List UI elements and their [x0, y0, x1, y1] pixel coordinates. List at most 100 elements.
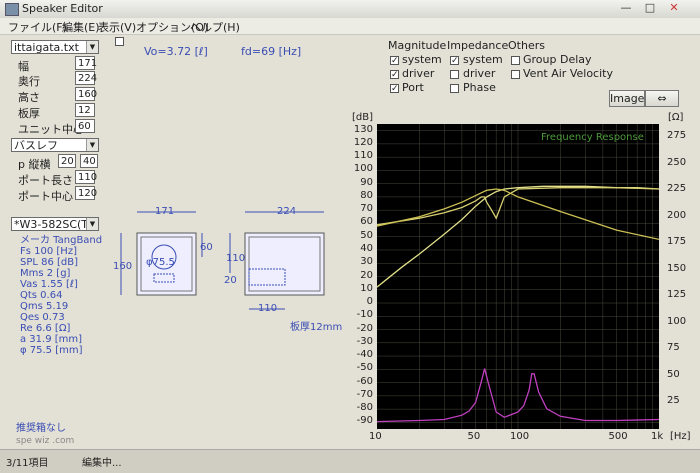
depth-input[interactable]: 224: [75, 71, 97, 85]
height-label: 高さ: [18, 91, 40, 104]
driver-spec-maker: メーカ TangBand: [20, 235, 103, 246]
port-size-dim: 110: [226, 253, 246, 264]
x-tick-label: 100: [510, 431, 530, 442]
status-left: 3/11項目: [6, 458, 49, 469]
driver-spec-spl: SPL 86 [dB]: [20, 257, 79, 268]
y-left-tick-label: 110: [353, 150, 373, 162]
y-right-tick-label: 175: [667, 236, 687, 248]
y-right-tick-label: 75: [667, 342, 680, 354]
y-left-tick-label: 120: [353, 136, 373, 148]
x-unit: [Hz]: [670, 431, 691, 442]
y-left-tick-label: 50: [360, 229, 373, 241]
recommend-note: 推奨箱なし: [16, 423, 66, 434]
y-right-tick-label: 275: [667, 130, 687, 142]
side-depth-dim: 224: [277, 206, 297, 217]
image-button[interactable]: Image: [609, 90, 645, 107]
menu-edit[interactable]: 編集(E): [62, 19, 100, 35]
window-title: Speaker Editor: [22, 2, 103, 15]
file-select[interactable]: ittaigata.txt ▼: [11, 40, 99, 54]
y-left-tick-label: 40: [360, 242, 373, 254]
driver-spec-vas: Vas 1.55 [ℓ]: [20, 279, 78, 290]
y-right-unit: [Ω]: [668, 112, 684, 123]
vent-velocity-checkbox[interactable]: [511, 70, 520, 79]
y-left-tick-label: -40: [356, 349, 373, 361]
depth-label: 奥行: [18, 75, 40, 88]
y-right-tick-label: 125: [667, 289, 687, 301]
maximize-button[interactable]: □: [640, 1, 660, 15]
y-left-tick-label: -10: [356, 309, 373, 321]
y-left-tick-label: 30: [360, 256, 373, 268]
y-left-tick-label: 90: [360, 176, 373, 188]
y-left-tick-label: 70: [360, 203, 373, 215]
chevron-down-icon[interactable]: ▼: [86, 41, 98, 53]
board-label: 板厚: [18, 107, 40, 120]
impedance-driver-label: driver: [463, 67, 496, 80]
y-left-tick-label: -60: [356, 375, 373, 387]
menu-view[interactable]: 表示(V): [98, 19, 136, 35]
port-center-label: ポート中心: [18, 190, 73, 203]
y-left-tick-label: 20: [360, 269, 373, 281]
front-width-dim: 171: [155, 206, 175, 217]
others-header: Others: [508, 39, 545, 52]
side-panel: [244, 232, 325, 296]
y-left-unit: [dB]: [352, 112, 374, 123]
port-length-input[interactable]: 110: [75, 170, 97, 184]
board-input[interactable]: 12: [75, 103, 95, 117]
y-right-tick-label: 200: [667, 209, 687, 221]
minimize-button[interactable]: —: [616, 1, 636, 15]
close-button[interactable]: ✕: [664, 1, 684, 15]
group-delay-checkbox[interactable]: [511, 56, 520, 65]
phase-checkbox[interactable]: [450, 84, 459, 93]
enclosure-select[interactable]: バスレフ ▼: [11, 138, 99, 152]
magnitude-system-checkbox[interactable]: ✓: [390, 56, 399, 66]
x-tick-label: 10: [369, 431, 382, 442]
width-input[interactable]: 171: [75, 56, 97, 70]
port-center-input[interactable]: 120: [75, 186, 97, 200]
y-left-tick-label: 80: [360, 189, 373, 201]
enclosure-select-value: バスレフ: [14, 139, 58, 152]
menu-bar: ファイル(F) 編集(E) 表示(V) オプション(O) ヘルプ(H): [0, 18, 700, 35]
width-label: 幅: [18, 60, 29, 73]
chevron-down-icon[interactable]: ▼: [86, 139, 98, 151]
status-mid: 編集中...: [82, 458, 122, 469]
unit-center-input[interactable]: 60: [75, 119, 95, 133]
board-thickness-note: 板厚12mm: [290, 322, 343, 333]
x-tick-label: 50: [467, 431, 481, 442]
driver-spec-qes: Qes 0.73: [20, 312, 65, 323]
magnitude-port-label: Port: [402, 81, 424, 94]
y-right-tick-label: 50: [667, 368, 680, 380]
driver-spec-qms: Qms 5.19: [20, 301, 69, 312]
magnitude-port-checkbox[interactable]: ✓: [390, 84, 399, 94]
chevron-down-icon[interactable]: ▼: [86, 218, 98, 230]
y-left-tick-label: 0: [366, 296, 373, 308]
y-right-tick-label: 250: [667, 156, 687, 168]
port-side-dim: 20: [224, 275, 237, 286]
site-credit: spe wiz .com: [16, 436, 75, 446]
driver-spec-qts: Qts 0.64: [20, 290, 63, 301]
phase-label: Phase: [463, 81, 496, 94]
impedance-system-checkbox[interactable]: ✓: [450, 56, 459, 66]
small-checkbox[interactable]: [115, 37, 124, 46]
magnitude-driver-checkbox[interactable]: ✓: [390, 70, 399, 80]
swap-button[interactable]: ⇔: [645, 90, 679, 107]
fd-readout: fd=69 [Hz]: [241, 45, 302, 58]
port-size-input-2[interactable]: 40: [80, 154, 98, 168]
driver-spec-phi: φ 75.5 [mm]: [20, 345, 83, 356]
y-right-tick-label: 150: [667, 262, 687, 274]
height-input[interactable]: 160: [75, 87, 97, 101]
y-right-tick-label: 25: [667, 395, 680, 407]
enclosure-drawing: [120, 211, 325, 310]
menu-file[interactable]: ファイル(F): [8, 19, 67, 35]
impedance-driver-checkbox[interactable]: [450, 70, 459, 79]
driver-select[interactable]: *W3-582SC(Tan ▼: [11, 217, 99, 231]
unit-diameter-dim: φ75.5: [146, 257, 175, 268]
chart-plot: Frequency Response: [376, 124, 660, 429]
port-size-input-1[interactable]: 20: [58, 154, 76, 168]
y-left-tick-label: -50: [356, 362, 373, 374]
menu-help[interactable]: ヘルプ(H): [190, 19, 240, 35]
port-size-label: p 縦横: [18, 158, 51, 171]
y-left-tick-label: -90: [356, 415, 373, 427]
vent-velocity-label: Vent Air Velocity: [523, 67, 613, 80]
y-left-tick-label: 130: [353, 123, 373, 135]
x-tick-label: 1k: [651, 431, 664, 442]
